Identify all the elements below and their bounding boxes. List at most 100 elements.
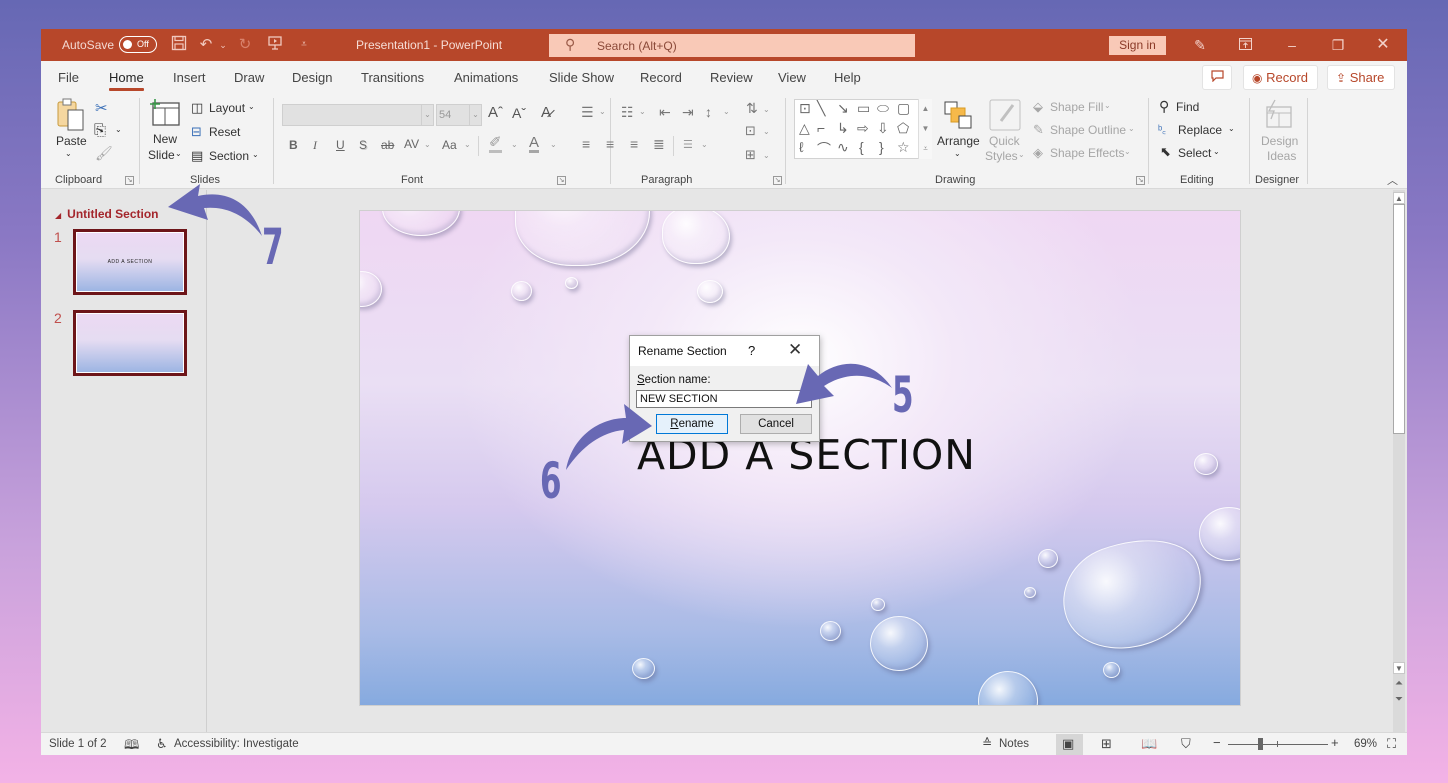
underline-button[interactable]: U	[336, 138, 345, 152]
more-icon[interactable]: ⩡	[919, 139, 932, 159]
help-button[interactable]: ?	[748, 343, 755, 358]
chevron-down-icon[interactable]: ⌄	[763, 151, 770, 160]
tab-design[interactable]: Design	[292, 70, 332, 85]
customize-qat-icon[interactable]: ⩡	[294, 35, 314, 55]
redo-icon[interactable]: ↻	[235, 35, 255, 55]
chevron-down-icon[interactable]: ⌄	[1128, 124, 1135, 133]
star-shape-icon[interactable]: ☆	[897, 139, 910, 156]
shape-outline-button[interactable]: Shape Outline	[1050, 123, 1126, 137]
shape-fill-button[interactable]: Shape Fill	[1050, 100, 1103, 114]
section-button[interactable]: Section	[209, 149, 249, 163]
tab-review[interactable]: Review	[710, 70, 753, 85]
chevron-down-icon[interactable]: ⌄	[511, 140, 518, 149]
increase-font-size-icon[interactable]: Aˆ	[488, 104, 503, 121]
elbow-arrow-icon[interactable]: ↳	[837, 120, 849, 137]
arrange-icon[interactable]	[943, 100, 973, 133]
vertical-scrollbar[interactable]: ▲ ▼ ⏶ ⏷	[1391, 190, 1407, 732]
zoom-in-icon[interactable]: +	[1331, 735, 1339, 750]
tab-draw[interactable]: Draw	[234, 70, 264, 85]
slide-thumbnail[interactable]	[73, 310, 187, 376]
layout-icon[interactable]: ◫	[191, 100, 203, 116]
section-name-input[interactable]	[636, 390, 812, 408]
shape-fill-icon[interactable]: ⬙	[1033, 99, 1043, 115]
rectangle-shape-icon[interactable]: ▭	[857, 100, 870, 117]
align-text-icon[interactable]: ⊡	[745, 123, 756, 139]
paste-icon[interactable]	[56, 98, 84, 132]
clipboard-launcher-icon[interactable]: ↘	[125, 176, 134, 185]
align-center-icon[interactable]: ≡	[606, 136, 614, 152]
decrease-indent-icon[interactable]: ⇤	[659, 104, 671, 121]
select-button[interactable]: Select	[1178, 146, 1211, 160]
new-slide-label-2[interactable]: Slide	[148, 148, 175, 162]
format-painter-icon[interactable]: 🖌	[95, 145, 113, 162]
accessibility-icon[interactable]: ♿	[156, 736, 168, 752]
arrange-dropdown-icon[interactable]: ⌄	[954, 149, 961, 158]
slide-show-icon[interactable]: ⛉	[1181, 736, 1191, 752]
close-icon[interactable]: ✕	[788, 340, 802, 360]
find-button[interactable]: Find	[1176, 100, 1199, 114]
section-icon[interactable]: ▤	[191, 148, 203, 164]
numbering-icon[interactable]: ☷	[621, 104, 634, 121]
new-slide-dropdown-icon[interactable]: ⌄	[175, 149, 182, 158]
copy-icon[interactable]: ⎘	[94, 122, 106, 139]
shape-effects-button[interactable]: Shape Effects	[1050, 146, 1125, 160]
close-icon[interactable]: ✕	[1370, 35, 1396, 55]
triangle-shape-icon[interactable]: △	[799, 120, 810, 137]
chevron-down-icon[interactable]: ⌄	[1104, 101, 1111, 110]
reading-view-icon[interactable]: 📖	[1141, 736, 1157, 752]
quick-styles-dropdown-icon[interactable]: ⌄	[1018, 150, 1025, 159]
layout-button[interactable]: Layout	[209, 101, 245, 115]
previous-slide-icon[interactable]: ⏶	[1393, 678, 1405, 689]
scroll-down-icon[interactable]: ▼	[1393, 662, 1405, 674]
curve-shape-icon[interactable]: ∿	[837, 139, 849, 156]
record-button[interactable]: ◉ Record	[1243, 65, 1318, 90]
snip-rectangle-icon[interactable]: ⬠	[897, 120, 909, 137]
font-name-select[interactable]: ⌄	[282, 104, 434, 126]
chevron-down-icon[interactable]: ⌄	[464, 140, 471, 149]
convert-to-smartart-icon[interactable]: ⊞	[745, 147, 756, 163]
notes-button[interactable]: Notes	[999, 738, 1029, 750]
design-ideas-icon[interactable]	[1263, 99, 1293, 132]
change-case-button[interactable]: Aa	[442, 138, 457, 152]
tab-record[interactable]: Record	[640, 70, 682, 85]
next-slide-icon[interactable]: ⏷	[1393, 694, 1405, 705]
text-box-shape-icon[interactable]: ⊡	[799, 100, 811, 117]
layout-dropdown-icon[interactable]: ⌄	[248, 102, 255, 111]
shapes-gallery[interactable]: ⊡ ╲ ↘ ▭ ⬭ ▢ △ ⌐ ↳ ⇨ ⇩ ⬠ ℓ ⌒ ∿ { } ☆	[794, 99, 932, 159]
tab-animations[interactable]: Animations	[454, 70, 518, 85]
zoom-out-icon[interactable]: −	[1213, 735, 1221, 750]
slide-thumbnail[interactable]: ADD A SECTION	[73, 229, 187, 295]
zoom-slider-track[interactable]	[1228, 744, 1328, 745]
right-brace-icon[interactable]: }	[879, 139, 884, 155]
tab-transitions[interactable]: Transitions	[361, 70, 424, 85]
chevron-down-icon[interactable]: ⌄	[1124, 147, 1131, 156]
tab-view[interactable]: View	[778, 70, 806, 85]
chevron-down-icon[interactable]: ⌄	[424, 140, 431, 149]
slide-counter[interactable]: Slide 1 of 2	[49, 738, 107, 750]
search-box[interactable]: ⚲ Search (Alt+Q)	[549, 34, 915, 57]
shape-outline-icon[interactable]: ✎	[1033, 122, 1044, 138]
minimize-icon[interactable]: –	[1279, 35, 1305, 55]
design-ideas-label-2[interactable]: Ideas	[1267, 149, 1296, 163]
chevron-down-icon[interactable]: ⌄	[1213, 147, 1220, 156]
save-icon[interactable]	[169, 35, 189, 55]
quick-styles-label-2[interactable]: Styles	[985, 149, 1018, 163]
clear-formatting-icon[interactable]: A̷	[541, 104, 551, 121]
tab-slide-show[interactable]: Slide Show	[549, 70, 614, 85]
chevron-down-icon[interactable]: ⌄	[701, 140, 708, 149]
decrease-font-size-icon[interactable]: Aˇ	[512, 105, 526, 121]
section-header[interactable]: ◢ Untitled Section	[55, 207, 159, 221]
slide-sorter-icon[interactable]: ⊞	[1101, 736, 1112, 752]
increase-indent-icon[interactable]: ⇥	[682, 104, 694, 121]
strikethrough-button[interactable]: ab	[381, 138, 394, 152]
quick-styles-icon[interactable]	[989, 99, 1021, 134]
accessibility-status[interactable]: Accessibility: Investigate	[174, 738, 299, 750]
tab-file[interactable]: File	[58, 70, 79, 85]
scroll-thumb[interactable]	[1393, 204, 1405, 434]
font-color-icon[interactable]: A	[529, 135, 540, 153]
notes-icon[interactable]: ≙	[982, 736, 992, 750]
replace-button[interactable]: Replace	[1178, 123, 1222, 137]
drawing-launcher-icon[interactable]: ↘	[1136, 176, 1145, 185]
rename-button[interactable]: Rename	[656, 414, 728, 434]
cut-icon[interactable]: ✂	[95, 99, 108, 117]
